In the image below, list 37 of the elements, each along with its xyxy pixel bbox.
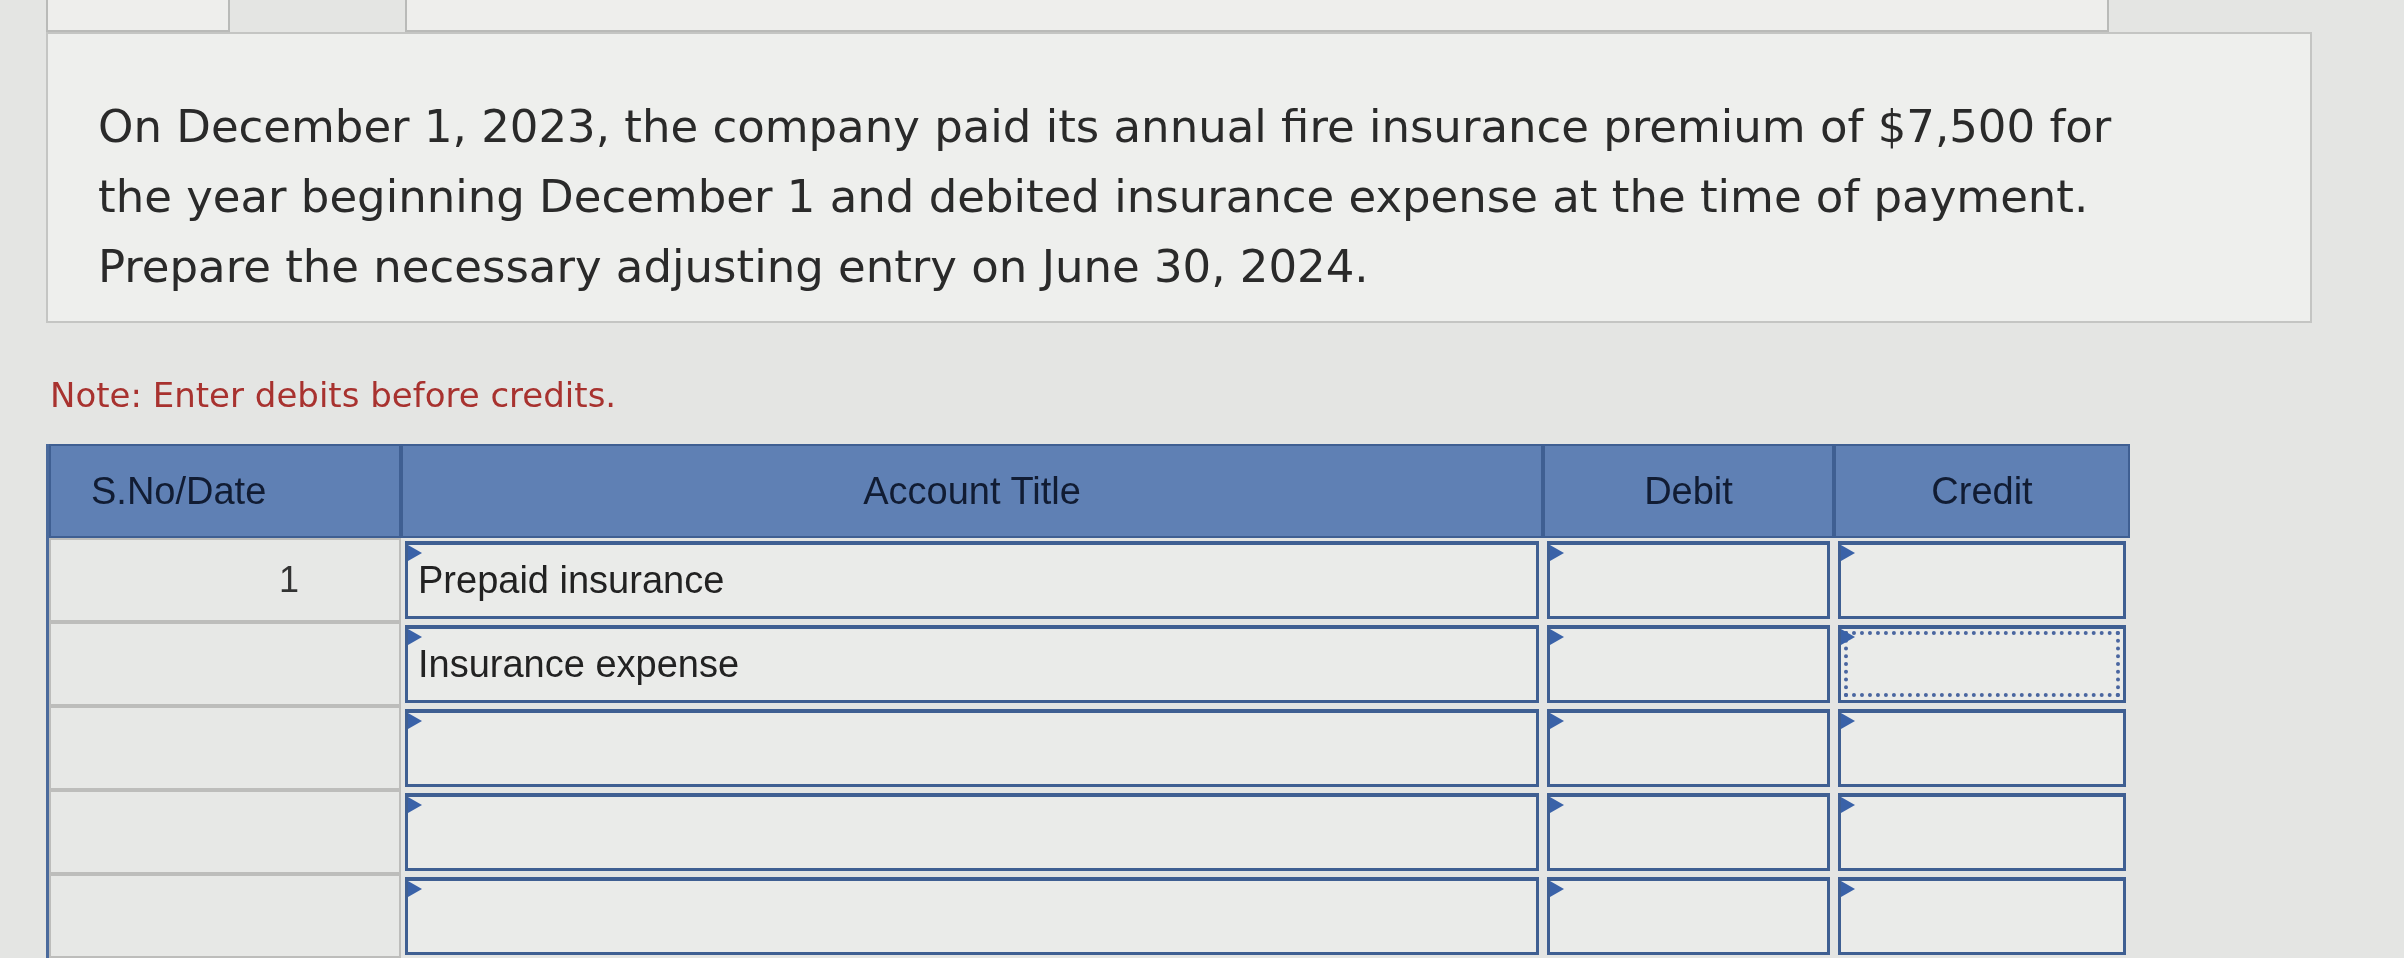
column-header: Debit: [1543, 444, 1834, 538]
input-field[interactable]: [1547, 877, 1830, 955]
column-header: S.No/Date: [49, 444, 401, 538]
input-field[interactable]: [1838, 793, 2126, 871]
corner-marker-icon: [1841, 545, 1855, 561]
corner-marker-icon: [1550, 881, 1564, 897]
corner-marker-icon: [408, 629, 422, 645]
corner-marker-icon: [1550, 797, 1564, 813]
input-field[interactable]: [1838, 709, 2126, 787]
input-field[interactable]: [405, 709, 1539, 787]
column-header: Credit: [1834, 444, 2130, 538]
corner-marker-icon: [408, 713, 422, 729]
input-field[interactable]: [1547, 793, 1830, 871]
corner-marker-icon: [1550, 545, 1564, 561]
input-field[interactable]: [1547, 709, 1830, 787]
input-field[interactable]: Insurance expense: [405, 625, 1539, 703]
corner-marker-icon: [1550, 713, 1564, 729]
input-field[interactable]: [1838, 625, 2126, 703]
corner-marker-icon: [408, 881, 422, 897]
corner-marker-icon: [1841, 629, 1855, 645]
date-cell: 1: [49, 538, 401, 622]
corner-marker-icon: [1841, 713, 1855, 729]
corner-marker-icon: [1841, 797, 1855, 813]
corner-marker-icon: [1841, 881, 1855, 897]
input-field[interactable]: [1547, 541, 1830, 619]
input-field[interactable]: [1838, 877, 2126, 955]
question-text: On December 1, 2023, the company paid its annual fire insurance premium of $7,500 for the year beginning December 1 and debited insurance expense at the time of payment. Prepare the necessary adjusting entry on June 30, 2024.: [98, 99, 2113, 295]
input-field[interactable]: [405, 793, 1539, 871]
input-field[interactable]: [1838, 541, 2126, 619]
input-field[interactable]: [1547, 625, 1830, 703]
column-header: Account Title: [401, 444, 1543, 538]
corner-marker-icon: [408, 545, 422, 561]
note-text: Note: Enter debits before credits.: [50, 375, 618, 418]
corner-marker-icon: [408, 797, 422, 813]
corner-marker-icon: [1550, 629, 1564, 645]
input-field[interactable]: Prepaid insurance: [405, 541, 1539, 619]
input-field[interactable]: [405, 877, 1539, 955]
